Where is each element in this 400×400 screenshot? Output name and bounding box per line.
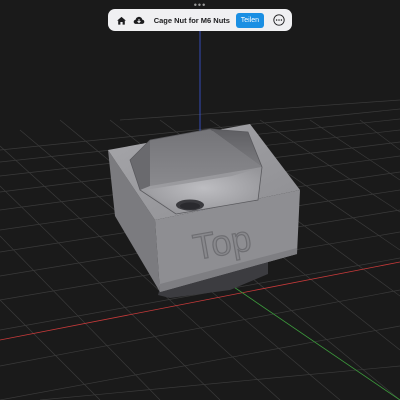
top-toolbar: Cage Nut for M6 Nuts Teilen xyxy=(108,9,292,31)
share-button[interactable]: Teilen xyxy=(235,12,264,28)
ellipsis-circle-icon[interactable] xyxy=(270,11,288,29)
document-title: Cage Nut for M6 Nuts xyxy=(153,15,230,25)
home-icon[interactable] xyxy=(112,11,130,29)
3d-viewport[interactable]: Top xyxy=(0,0,400,400)
cloud-download-icon[interactable] xyxy=(130,11,148,29)
window-grabber[interactable]: ••• xyxy=(0,1,400,10)
cage-nut-model[interactable] xyxy=(108,124,300,298)
